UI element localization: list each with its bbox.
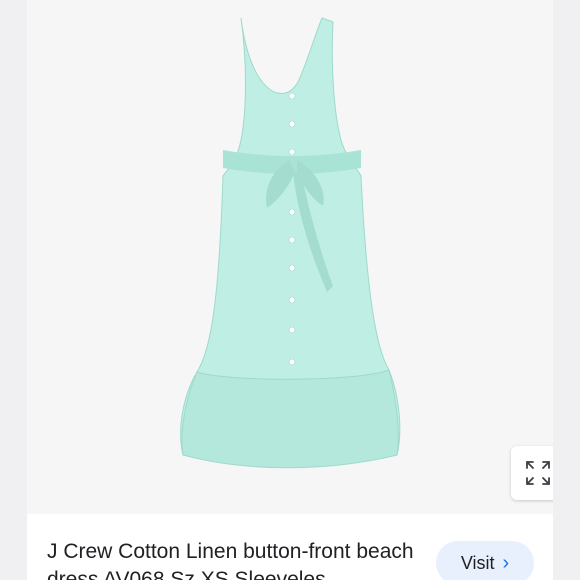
expand-arrows-icon — [526, 461, 550, 485]
product-title[interactable]: J Crew Cotton Linen button-front beach d… — [47, 538, 417, 580]
dress-ruffle — [181, 369, 399, 469]
expand-image-button[interactable] — [511, 446, 553, 500]
chevron-right-icon: › — [502, 552, 510, 574]
visit-button[interactable]: Visit › — [436, 541, 534, 580]
visit-button-label: Visit — [460, 552, 495, 573]
product-image-frame[interactable] — [27, 0, 553, 514]
product-info-card: J Crew Cotton Linen button-front beach d… — [27, 514, 553, 580]
product-image[interactable] — [27, 0, 553, 514]
